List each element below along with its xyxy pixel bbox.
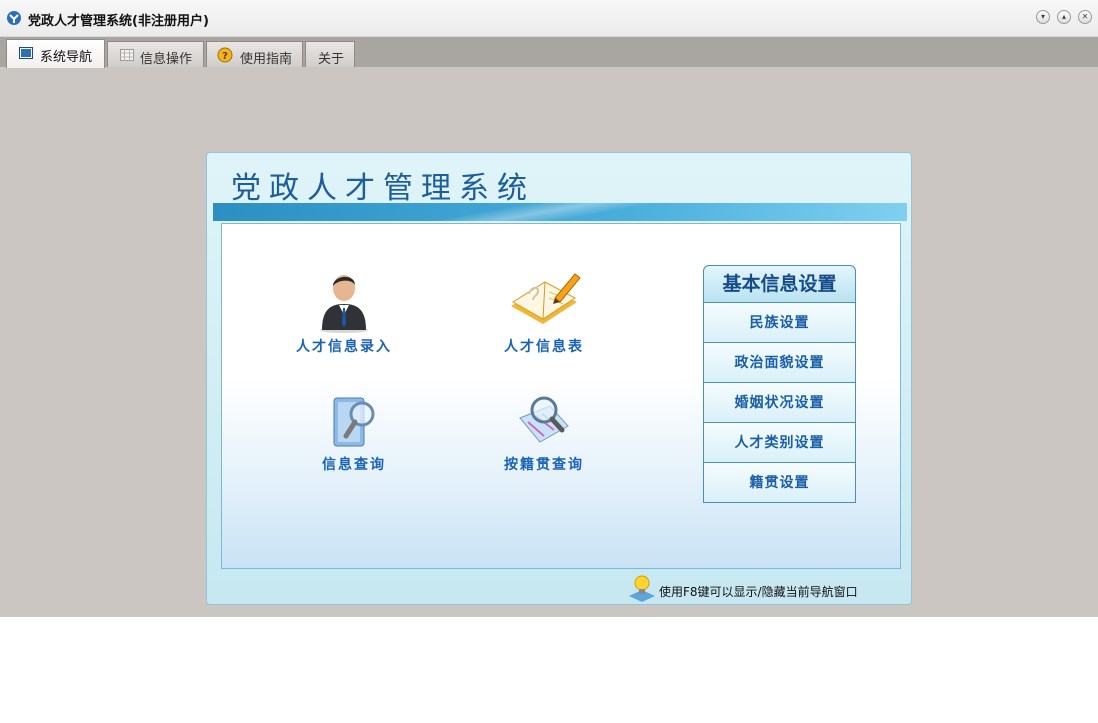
nav-label: 人才信息表	[504, 339, 584, 355]
nav-talent-table[interactable]: 人才信息表	[474, 268, 614, 356]
person-icon	[320, 275, 368, 333]
native-place-settings-button[interactable]: 籍贯设置	[703, 463, 856, 503]
svg-text:?: ?	[222, 51, 228, 62]
tab-info-operations[interactable]: 信息操作	[107, 41, 204, 67]
notebook-pencil-icon	[511, 273, 581, 324]
nav-label: 按籍贯查询	[504, 457, 584, 473]
hint-text: 使用F8键可以显示/隐藏当前导航窗口	[659, 585, 858, 599]
map-search-icon	[519, 396, 569, 443]
panel-title: 党政人才管理系统	[231, 171, 535, 206]
political-status-settings-button[interactable]: 政治面貌设置	[703, 343, 856, 383]
nav-info-query[interactable]: 信息查询	[284, 392, 424, 474]
banner-strip	[213, 203, 907, 221]
close-icon: ✕	[1081, 12, 1089, 21]
app-window: 党政人才管理系统(非注册用户) ▾ ▴ ✕ 系统导航 信息操作 ? 使用指南 关…	[0, 0, 1098, 617]
navigation-panel: 党政人才管理系统 人才信息录入 人才信息表 信息查询 按籍贯查询 基本信息设置 …	[206, 152, 912, 605]
maximize-button[interactable]: ▴	[1057, 10, 1071, 24]
grid-icon	[120, 49, 134, 61]
monitor-icon	[19, 47, 33, 59]
nav-label: 人才信息录入	[296, 339, 392, 355]
navigation-content: 人才信息录入 人才信息表 信息查询 按籍贯查询 基本信息设置 民族设置 政治面貌…	[221, 223, 901, 569]
title-bar: 党政人才管理系统(非注册用户) ▾ ▴ ✕	[0, 0, 1098, 37]
basic-settings-header: 基本信息设置	[703, 265, 856, 303]
tab-user-guide[interactable]: ? 使用指南	[206, 41, 303, 67]
tab-label: 关于	[318, 52, 345, 67]
nav-talent-entry[interactable]: 人才信息录入	[274, 268, 414, 356]
ethnicity-settings-button[interactable]: 民族设置	[703, 303, 856, 343]
lightbulb-icon	[629, 575, 655, 602]
banner-highlight	[213, 203, 907, 221]
tab-label: 系统导航	[40, 50, 93, 65]
document-search-icon	[333, 397, 375, 447]
tab-about[interactable]: 关于	[305, 41, 355, 67]
marital-status-settings-button[interactable]: 婚姻状况设置	[703, 383, 856, 423]
close-button[interactable]: ✕	[1078, 10, 1092, 24]
tab-strip: 系统导航 信息操作 ? 使用指南 关于	[0, 37, 1098, 68]
chevron-up-icon: ▴	[1061, 12, 1066, 21]
app-logo-icon	[7, 11, 21, 25]
minimize-button[interactable]: ▾	[1036, 10, 1050, 24]
nav-query-by-origin[interactable]: 按籍贯查询	[474, 392, 614, 474]
chevron-down-icon: ▾	[1040, 12, 1045, 21]
help-icon: ?	[217, 47, 233, 63]
tab-label: 使用指南	[240, 52, 293, 67]
window-title: 党政人才管理系统(非注册用户)	[28, 14, 209, 29]
talent-category-settings-button[interactable]: 人才类别设置	[703, 423, 856, 463]
tab-system-navigation[interactable]: 系统导航	[6, 39, 105, 68]
basic-settings-list: 基本信息设置 民族设置 政治面貌设置 婚姻状况设置 人才类别设置 籍贯设置	[703, 265, 856, 503]
tab-label: 信息操作	[140, 52, 193, 67]
nav-label: 信息查询	[322, 457, 386, 473]
